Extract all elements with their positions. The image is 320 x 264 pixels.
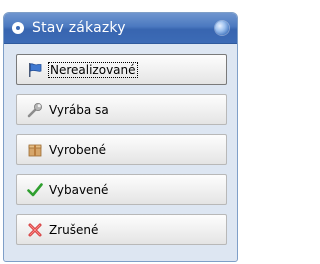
status-label: Vyrába sa [49,102,109,117]
title-circle-icon [12,22,24,34]
package-icon [27,142,43,158]
status-button-nerealizovane[interactable]: Nerealizované [16,54,227,85]
title-orb-icon[interactable] [215,21,229,35]
status-label: Zrušené [49,222,99,237]
status-label: Vybavené [49,182,109,197]
wrench-icon [27,102,43,118]
status-button-zrusene[interactable]: Zrušené [16,214,227,245]
green-check-icon [27,182,43,198]
panel-titlebar: Stav zákazky [4,13,237,44]
status-label: Vyrobené [49,142,106,157]
red-x-icon [27,222,43,238]
blue-flag-icon [27,62,43,78]
status-button-vyrobene[interactable]: Vyrobené [16,134,227,165]
order-status-panel: Stav zákazky Nerealizované Vyrába sa Vyr… [3,12,238,262]
status-button-vybavene[interactable]: Vybavené [16,174,227,205]
status-button-vyraba-sa[interactable]: Vyrába sa [16,94,227,125]
panel-title: Stav zákazky [32,20,126,36]
status-list: Nerealizované Vyrába sa Vyrobené Vybaven… [4,44,237,245]
status-label: Nerealizované [48,61,138,78]
